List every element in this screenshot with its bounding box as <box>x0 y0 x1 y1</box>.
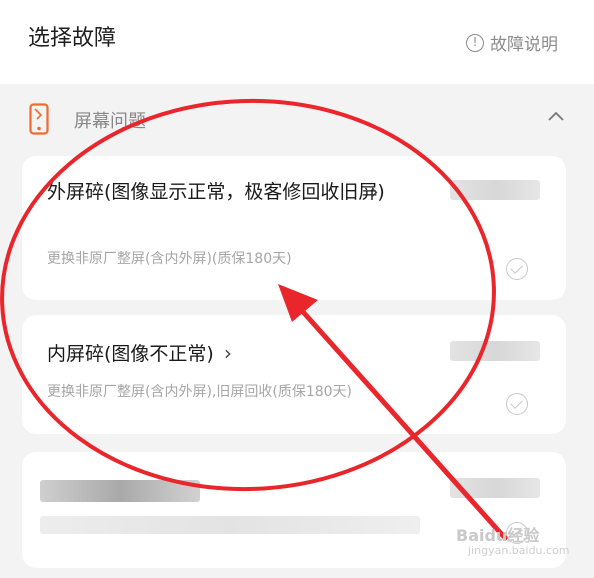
option-description-blurred <box>40 516 420 534</box>
price-blurred <box>450 180 540 200</box>
option-title: 外屏碎(图像显示正常，极客修回收旧屏) <box>47 181 385 203</box>
chevron-right-icon: › <box>223 341 232 365</box>
page-title: 选择故障 <box>28 26 117 51</box>
price-blurred <box>450 478 540 498</box>
option-description: 更换非原厂整屏(含内外屏),旧屏回收(质保180天) <box>47 384 353 400</box>
fault-help-label: 故障说明 <box>490 35 558 55</box>
option-description: 更换非原厂整屏(含内外屏)(质保180天) <box>47 251 292 267</box>
section-screen-issues[interactable]: 屏幕问题 <box>0 95 594 145</box>
option-title: 内屏碎(图像不正常) › <box>47 341 232 365</box>
chevron-up-icon[interactable] <box>546 107 566 127</box>
price-blurred <box>450 341 540 361</box>
chevron-right-icon: › <box>370 180 379 205</box>
baidu-watermark-url: jingyan.baidu.com <box>468 544 570 557</box>
fault-help-link[interactable]: ! 故障说明 <box>466 30 558 55</box>
info-icon: ! <box>466 33 484 52</box>
phone-icon <box>29 103 49 135</box>
option-title-blurred <box>40 480 200 502</box>
fault-option-inner-screen[interactable]: 内屏碎(图像不正常) › 更换非原厂整屏(含内外屏),旧屏回收(质保180天) <box>22 315 566 434</box>
fault-option-outer-screen[interactable]: 外屏碎(图像显示正常，极客修回收旧屏) › 更换非原厂整屏(含内外屏)(质保18… <box>22 156 566 300</box>
section-title: 屏幕问题 <box>74 111 146 132</box>
select-check-icon[interactable] <box>506 393 528 415</box>
select-check-icon[interactable] <box>506 258 528 280</box>
baidu-watermark: Baidu经验 <box>456 526 540 545</box>
page-header: 选择故障 ! 故障说明 <box>0 0 594 84</box>
